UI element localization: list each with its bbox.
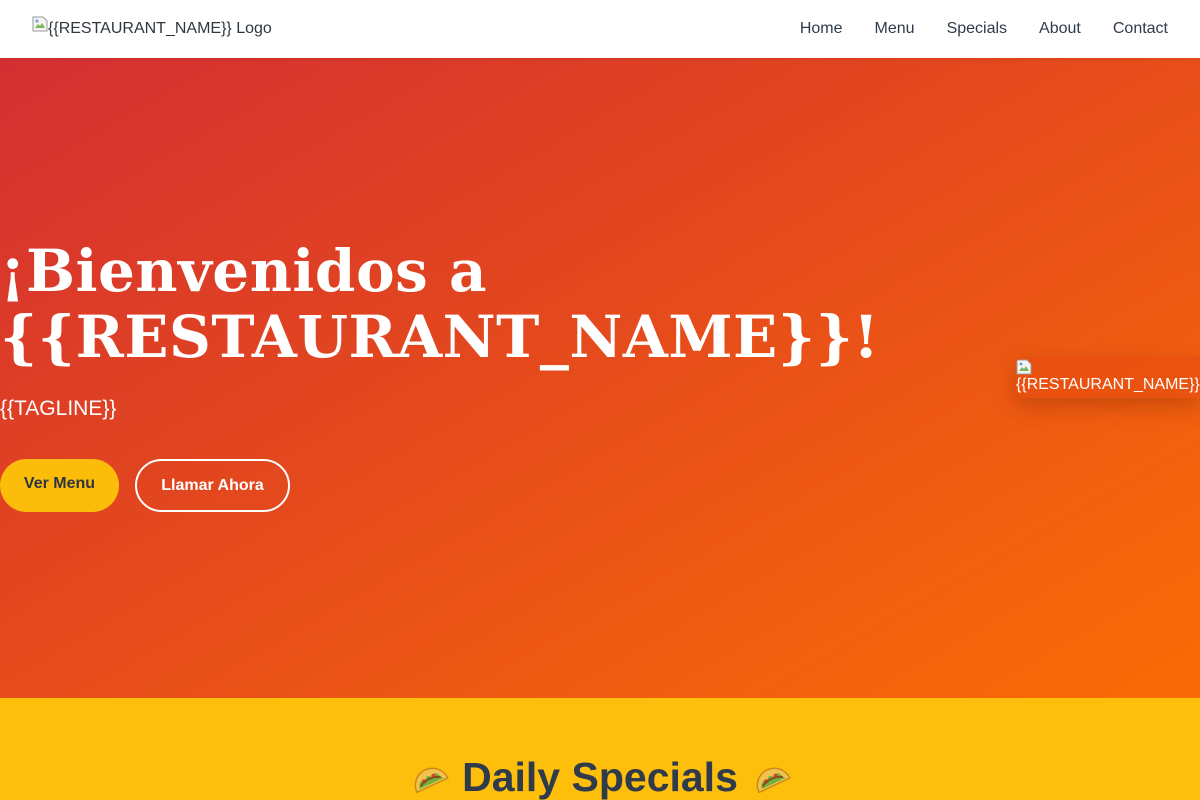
nav-specials[interactable]: Specials [947,20,1007,38]
taco-icon [750,758,792,798]
hero-tagline: {{TAGLINE}} [0,397,117,420]
hero-image-alt-text: {{RESTAURANT_NAME}} [1016,376,1200,393]
broken-image-icon [32,16,48,32]
hero-title: ¡Bienvenidos a {{RESTAURANT_NAME}}! [0,238,900,370]
hero-section: ¡Bienvenidos a {{RESTAURANT_NAME}}! {{TA… [0,58,1200,698]
nav-about[interactable]: About [1039,20,1081,38]
hero-title-line1: ¡Bienvenidos a [0,237,488,305]
logo-alt-text: {{RESTAURANT_NAME}} Logo [48,20,272,37]
nav-contact[interactable]: Contact [1113,20,1168,38]
specials-title: Daily Specials [0,754,1200,800]
nav-menu[interactable]: Menu [875,20,915,38]
view-menu-button[interactable]: Ver Menu [0,459,119,512]
specials-section: Daily Specials [0,698,1200,800]
specials-title-text: Daily Specials [462,754,738,800]
hero-image: {{RESTAURANT_NAME}} [1016,357,1200,398]
call-now-button[interactable]: Llamar Ahora [135,459,290,512]
logo[interactable]: {{RESTAURANT_NAME}} Logo [32,16,272,42]
site-header: {{RESTAURANT_NAME}} Logo Home Menu Speci… [0,0,1200,58]
broken-image-icon [1016,359,1032,375]
hero-title-line2: {{RESTAURANT_NAME}}! [0,303,880,371]
taco-icon [408,758,450,798]
nav-home[interactable]: Home [800,20,843,38]
main-nav: Home Menu Specials About Contact [800,20,1168,38]
